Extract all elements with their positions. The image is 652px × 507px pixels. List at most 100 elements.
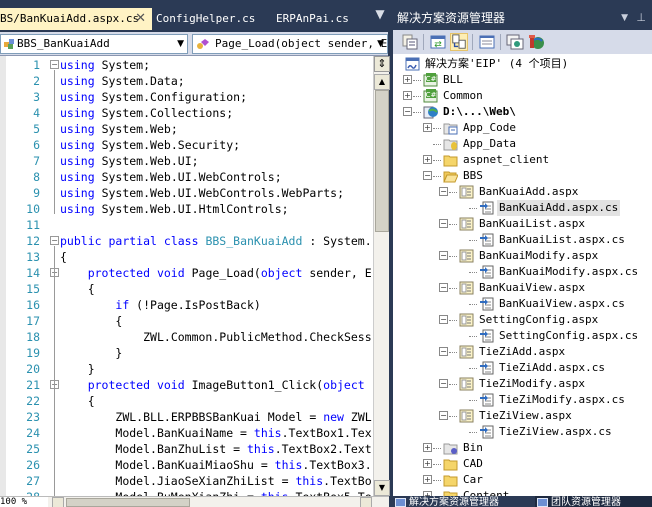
code-line[interactable]: 28 Model.BuMenXianZhi = this.TextBox5.Te bbox=[0, 489, 373, 496]
collapse-icon[interactable]: − bbox=[50, 236, 59, 245]
refresh-icon[interactable]: ⇄ bbox=[429, 33, 447, 51]
code-line[interactable]: 18 ZWL.Common.PublicMethod.CheckSess bbox=[0, 329, 373, 345]
code-line[interactable]: 20 } bbox=[0, 361, 373, 377]
code-line[interactable]: 23 ZWL.BLL.ERPBBSBanKuai Model = new ZWL bbox=[0, 409, 373, 425]
scroll-down-icon[interactable]: ▼ bbox=[374, 480, 390, 496]
tree-item[interactable]: + C# Common bbox=[403, 88, 652, 104]
collapse-icon[interactable]: − bbox=[439, 283, 448, 292]
code-line[interactable]: 1 − using System; bbox=[0, 57, 373, 73]
collapse-icon[interactable]: − bbox=[439, 315, 448, 324]
expand-icon[interactable]: + bbox=[423, 475, 432, 484]
tree-item[interactable]: − BanKuaiView.aspx bbox=[439, 280, 652, 296]
collapse-icon[interactable]: − bbox=[439, 251, 448, 260]
tree-item[interactable]: − BanKuaiAdd.aspx bbox=[439, 184, 652, 200]
expand-icon[interactable]: + bbox=[403, 75, 412, 84]
tree-item[interactable]: − SettingConfig.aspx bbox=[439, 312, 652, 328]
code-line[interactable]: 3 using System.Configuration; bbox=[0, 89, 373, 105]
tree-item[interactable]: − TieZiAdd.aspx bbox=[439, 344, 652, 360]
code-line[interactable]: 16 if (!Page.IsPostBack) bbox=[0, 297, 373, 313]
code-line[interactable]: 19 } bbox=[0, 345, 373, 361]
code-line[interactable]: 21− protected void ImageButton1_Click(ob… bbox=[0, 377, 373, 393]
tree-item[interactable]: + Content bbox=[423, 488, 652, 496]
collapse-icon[interactable]: − bbox=[439, 379, 448, 388]
collapse-icon[interactable]: − bbox=[423, 171, 432, 180]
pin-icon[interactable]: ⊥ bbox=[636, 8, 646, 28]
code-line[interactable]: 5 using System.Web; bbox=[0, 121, 373, 137]
code-line[interactable]: 7 using System.Web.UI; bbox=[0, 153, 373, 169]
splitter-icon[interactable]: ⇕ bbox=[374, 56, 390, 72]
collapse-icon[interactable]: − bbox=[439, 411, 448, 420]
code-text-area[interactable]: 1− using System; 2 using System.Data; 3 using… bbox=[0, 56, 373, 496]
tree-item[interactable]: + Car bbox=[423, 472, 652, 488]
code-line[interactable]: 25 Model.BanZhuList = this.TextBox2.Text bbox=[0, 441, 373, 457]
code-line[interactable]: 4 using System.Collections; bbox=[0, 105, 373, 121]
expand-icon[interactable]: + bbox=[423, 155, 432, 164]
expand-icon[interactable]: + bbox=[403, 91, 412, 100]
collapse-icon[interactable]: − bbox=[439, 347, 448, 356]
tab-confighelper-cs[interactable]: ConfigHelper.cs bbox=[152, 8, 255, 30]
expand-icon[interactable]: + bbox=[423, 443, 432, 452]
horizontal-scroll-thumb[interactable] bbox=[66, 498, 190, 507]
properties-icon[interactable] bbox=[401, 33, 419, 51]
solution-tree[interactable]: 解决方案'EIP' (4 个项目) + C# BLL + C# Common − D:\...\… bbox=[393, 54, 652, 496]
view-designer-icon[interactable] bbox=[506, 33, 524, 51]
tree-item[interactable]: + App_Code bbox=[423, 120, 652, 136]
collapse-icon[interactable]: − bbox=[403, 107, 412, 116]
tree-item[interactable]: BanKuaiView.aspx.cs bbox=[459, 296, 652, 312]
tree-item[interactable]: TieZiAdd.aspx.cs bbox=[459, 360, 652, 376]
class-dropdown[interactable]: BBS_BanKuaiAdd ▼ bbox=[0, 34, 188, 54]
vertical-scrollbar[interactable]: ⇕ ▲ ▼ bbox=[373, 56, 390, 496]
collapse-icon[interactable]: − bbox=[439, 187, 448, 196]
tree-item[interactable]: + CAD bbox=[423, 456, 652, 472]
tree-item[interactable]: SettingConfig.aspx.cs bbox=[459, 328, 652, 344]
expand-icon[interactable]: + bbox=[423, 459, 432, 468]
tree-item[interactable]: − D:\...\Web\ bbox=[403, 104, 652, 120]
tree-item[interactable]: TieZiModify.aspx.cs bbox=[459, 392, 652, 408]
tree-item[interactable]: − BBS bbox=[423, 168, 652, 184]
code-line[interactable]: 11 bbox=[0, 217, 373, 233]
code-line[interactable]: 17 { bbox=[0, 313, 373, 329]
close-icon[interactable]: ✕ bbox=[135, 8, 146, 30]
code-line[interactable]: 22 { bbox=[0, 393, 373, 409]
tree-item[interactable]: 解决方案'EIP' (4 个项目) bbox=[393, 56, 652, 72]
expand-icon[interactable]: + bbox=[423, 123, 432, 132]
tab-solution-explorer[interactable]: 解决方案资源管理器 bbox=[393, 496, 533, 507]
zoom-level[interactable]: 100 % bbox=[0, 497, 48, 507]
code-line[interactable]: 9 using System.Web.UI.WebControls.WebPart… bbox=[0, 185, 373, 201]
scroll-thumb[interactable] bbox=[375, 90, 389, 232]
window-position-icon[interactable]: ▼ bbox=[621, 8, 628, 28]
code-line[interactable]: 24 Model.BanKuaiName = this.TextBox1.Tex bbox=[0, 425, 373, 441]
collapse-icon[interactable]: − bbox=[439, 219, 448, 228]
tree-item[interactable]: − TieZiView.aspx bbox=[439, 408, 652, 424]
code-line[interactable]: 13 { bbox=[0, 249, 373, 265]
scroll-up-icon[interactable]: ▲ bbox=[374, 74, 390, 90]
tab-overflow-icon[interactable]: ▼ bbox=[374, 8, 386, 20]
copy-website-icon[interactable] bbox=[527, 33, 545, 51]
tab-bankuaiadd-aspx-cs[interactable]: BS/BanKuaiAdd.aspx.cs ✕ bbox=[0, 8, 152, 30]
tree-item[interactable]: − BanKuaiList.aspx bbox=[439, 216, 652, 232]
tab-erpanpai-cs[interactable]: ERPAnPai.cs bbox=[272, 8, 349, 30]
code-line[interactable]: 6 using System.Web.Security; bbox=[0, 137, 373, 153]
code-line[interactable]: 12 − public partial class BBS_BanKuaiAdd :… bbox=[0, 233, 373, 249]
horizontal-scrollbar[interactable]: 100 % bbox=[0, 496, 389, 507]
nest-related-files-icon[interactable] bbox=[450, 33, 468, 51]
code-line[interactable]: 8 using System.Web.UI.WebControls; bbox=[0, 169, 373, 185]
code-line[interactable]: 26 Model.BanKuaiMiaoShu = this.TextBox3. bbox=[0, 457, 373, 473]
code-line[interactable]: 10 using System.Web.UI.HtmlControls; bbox=[0, 201, 373, 217]
tree-item[interactable]: App_Data bbox=[423, 136, 652, 152]
view-code-icon[interactable] bbox=[478, 33, 496, 51]
tree-item[interactable]: − BanKuaiModify.aspx bbox=[439, 248, 652, 264]
code-line[interactable]: 27 Model.JiaoSeXianZhiList = this.TextBo bbox=[0, 473, 373, 489]
tree-item[interactable]: TieZiView.aspx.cs bbox=[459, 424, 652, 440]
tree-item[interactable]: + aspnet_client bbox=[423, 152, 652, 168]
code-line[interactable]: 14− protected void Page_Load(object send… bbox=[0, 265, 373, 281]
tree-item[interactable]: BanKuaiList.aspx.cs bbox=[459, 232, 652, 248]
scroll-right-icon[interactable] bbox=[360, 497, 372, 507]
code-line[interactable]: 15 { bbox=[0, 281, 373, 297]
tree-item[interactable]: BanKuaiModify.aspx.cs bbox=[459, 264, 652, 280]
tree-item[interactable]: + Bin bbox=[423, 440, 652, 456]
collapse-icon[interactable]: − bbox=[50, 60, 59, 69]
tree-item[interactable]: + C# BLL bbox=[403, 72, 652, 88]
code-line[interactable]: 2 using System.Data; bbox=[0, 73, 373, 89]
member-dropdown[interactable]: Page_Load(object sender, Ev ▼ bbox=[192, 34, 388, 54]
